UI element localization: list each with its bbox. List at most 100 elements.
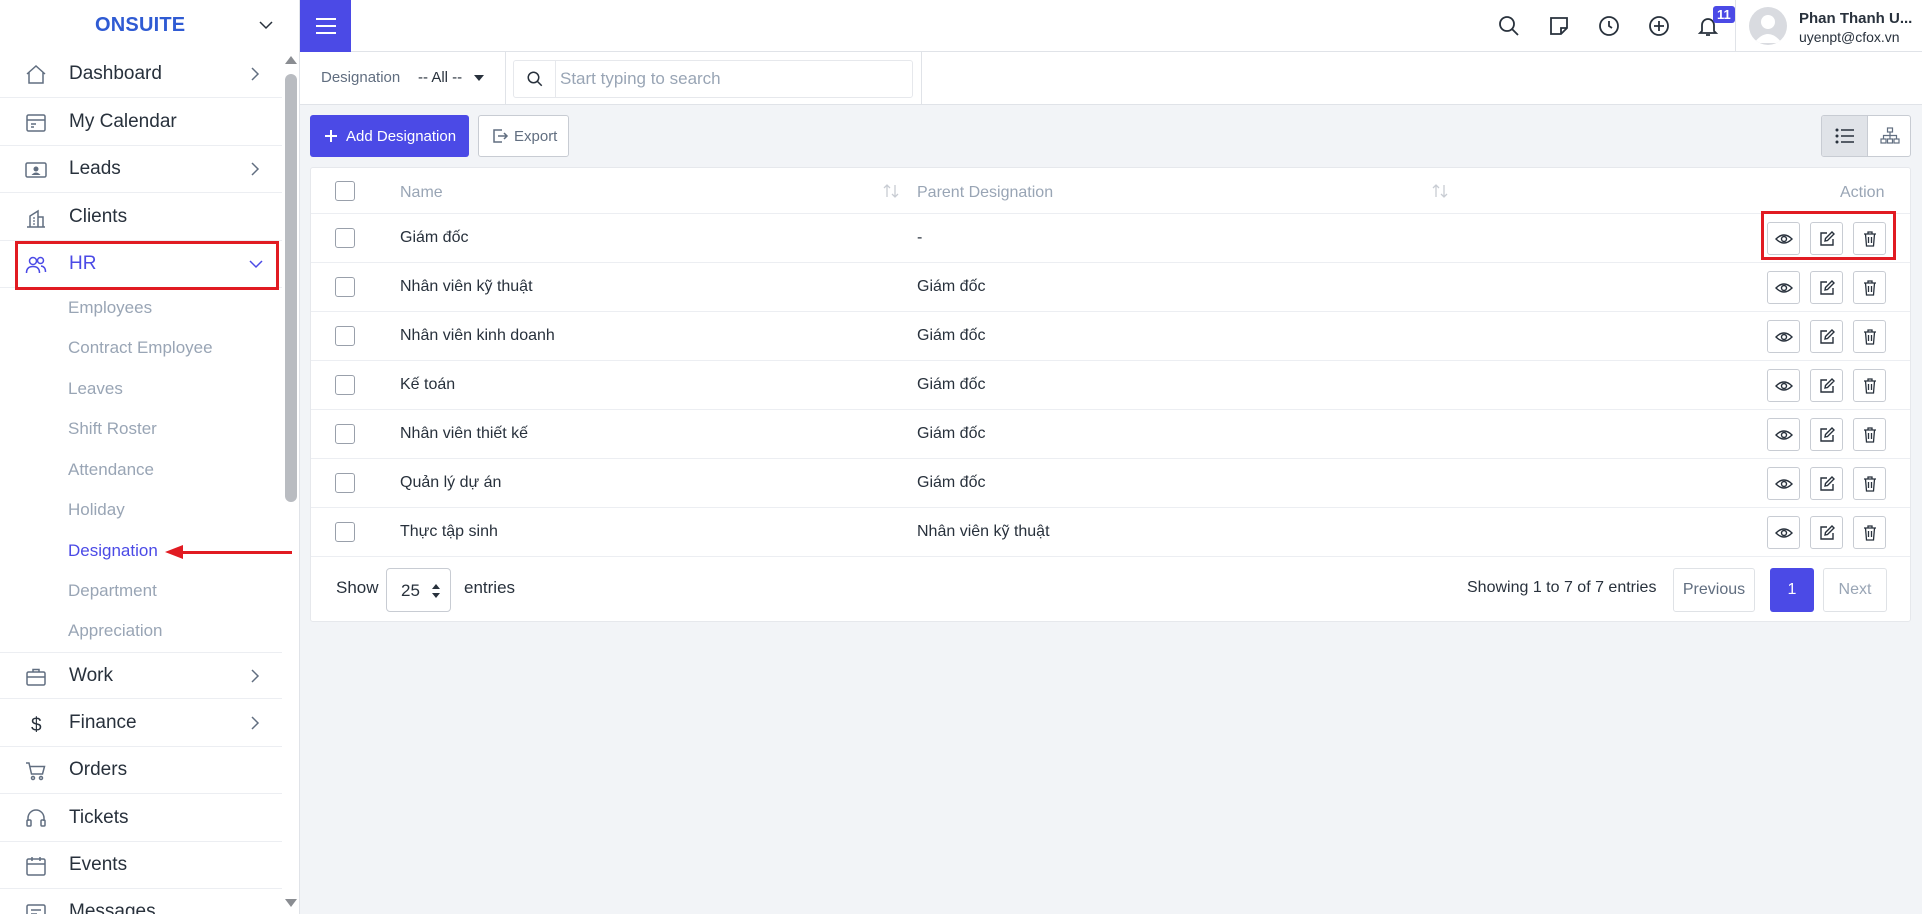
view-button[interactable] <box>1767 271 1800 304</box>
edit-button[interactable] <box>1810 320 1843 353</box>
view-button[interactable] <box>1767 320 1800 353</box>
plus-circle-icon[interactable] <box>1647 14 1671 38</box>
search-addon <box>514 61 556 97</box>
submenu-item-holiday[interactable]: Holiday <box>68 500 125 520</box>
annotation-highlight-actions <box>1761 211 1896 260</box>
clock-icon[interactable] <box>1597 14 1621 38</box>
divider <box>1735 0 1736 52</box>
designation-filter-select[interactable]: -- All -- <box>418 69 462 86</box>
column-header-parent-designation[interactable]: Parent Designation <box>917 184 1053 202</box>
table-header-row: Name Parent Designation Action <box>311 168 1910 214</box>
submenu-item-contract-employee[interactable]: Contract Employee <box>68 338 213 358</box>
divider <box>505 52 506 105</box>
row-checkbox[interactable] <box>335 326 355 346</box>
headset-icon <box>26 809 46 827</box>
brand-logo-text: ONSUITE <box>95 14 186 36</box>
previous-page-button[interactable]: Previous <box>1673 568 1755 612</box>
export-button[interactable]: Export <box>478 115 569 157</box>
trash-icon <box>1863 377 1876 394</box>
annotation-highlight-hr <box>15 241 279 290</box>
edit-button[interactable] <box>1810 467 1843 500</box>
row-checkbox[interactable] <box>335 375 355 395</box>
row-checkbox[interactable] <box>335 424 355 444</box>
view-button[interactable] <box>1767 418 1800 451</box>
select-all-checkbox[interactable] <box>335 181 355 201</box>
edit-button[interactable] <box>1810 369 1843 402</box>
cell-name: Nhân viên kỹ thuật <box>400 278 533 295</box>
row-checkbox[interactable] <box>335 228 355 248</box>
next-page-button[interactable]: Next <box>1823 568 1887 612</box>
row-checkbox[interactable] <box>335 277 355 297</box>
caret-down-icon[interactable] <box>474 75 484 81</box>
edit-button[interactable] <box>1810 271 1843 304</box>
sidebar-scroll-thumb[interactable] <box>285 74 297 502</box>
user-name[interactable]: Phan Thanh U... <box>1799 10 1912 27</box>
sort-icon[interactable] <box>882 184 900 198</box>
view-button[interactable] <box>1767 516 1800 549</box>
scroll-down-arrow-icon[interactable] <box>285 899 297 907</box>
delete-button[interactable] <box>1853 271 1886 304</box>
designation-table-card: Name Parent Designation Action Giám đốc … <box>310 167 1911 622</box>
cell-parent-designation: Giám đốc <box>917 376 986 393</box>
cell-name: Quản lý dự án <box>400 474 502 491</box>
sidebar-item-tickets[interactable]: Tickets <box>0 795 282 842</box>
view-button[interactable] <box>1767 369 1800 402</box>
delete-button[interactable] <box>1853 369 1886 402</box>
row-checkbox[interactable] <box>335 473 355 493</box>
submenu-item-designation[interactable]: Designation <box>68 541 158 561</box>
sidebar-item-dashboard[interactable]: Dashboard <box>0 51 282 98</box>
list-icon <box>1835 128 1854 144</box>
row-checkbox[interactable] <box>335 522 355 542</box>
search-icon[interactable] <box>1497 14 1521 38</box>
edit-button[interactable] <box>1810 418 1843 451</box>
cell-name: Nhân viên kinh doanh <box>400 327 555 344</box>
user-avatar-icon <box>1754 15 1782 43</box>
sort-icon[interactable] <box>1431 184 1449 198</box>
submenu-item-department[interactable]: Department <box>68 581 157 601</box>
submenu-item-shift-roster[interactable]: Shift Roster <box>68 419 157 439</box>
delete-button[interactable] <box>1853 418 1886 451</box>
sidebar-item-messages[interactable]: Messages <box>0 889 282 914</box>
table-row: Giám đốc - <box>311 214 1910 263</box>
hierarchy-view-button[interactable] <box>1868 116 1910 156</box>
list-view-button[interactable] <box>1822 116 1868 156</box>
sidebar-item-finance[interactable]: $ Finance <box>0 700 282 747</box>
view-button[interactable] <box>1767 467 1800 500</box>
delete-button[interactable] <box>1853 467 1886 500</box>
search-input[interactable] <box>560 61 900 97</box>
avatar[interactable] <box>1749 7 1787 45</box>
edit-button[interactable] <box>1810 516 1843 549</box>
scroll-up-arrow-icon[interactable] <box>285 56 297 64</box>
trash-icon <box>1863 475 1876 492</box>
eye-icon <box>1774 478 1793 489</box>
submenu-item-attendance[interactable]: Attendance <box>68 460 154 480</box>
edit-icon <box>1819 524 1835 540</box>
sidebar-item-clients[interactable]: Clients <box>0 194 282 241</box>
chevron-down-icon[interactable] <box>258 17 274 33</box>
column-header-name[interactable]: Name <box>400 184 443 202</box>
delete-button[interactable] <box>1853 320 1886 353</box>
pagination-info: Showing 1 to 7 of 7 entries <box>1467 579 1657 596</box>
sidebar-item-my-calendar[interactable]: My Calendar <box>0 99 282 146</box>
sticky-note-icon[interactable] <box>1547 14 1571 38</box>
page-1-button[interactable]: 1 <box>1770 568 1814 612</box>
table-footer: Show 25 entries Showing 1 to 7 of 7 entr… <box>311 560 1910 622</box>
submenu-item-employees[interactable]: Employees <box>68 298 152 318</box>
page-length-select[interactable]: 25 <box>386 568 451 612</box>
table-row: Nhân viên kỹ thuật Giám đốc <box>311 263 1910 312</box>
sidebar-item-work[interactable]: Work <box>0 652 282 699</box>
sidebar-item-events[interactable]: Events <box>0 842 282 889</box>
brand-header[interactable]: ONSUITE <box>0 0 299 51</box>
sidebar-item-leads[interactable]: Leads <box>0 146 282 193</box>
svg-text:$: $ <box>31 715 42 736</box>
add-designation-button[interactable]: Add Designation <box>310 115 469 157</box>
submenu-item-leaves[interactable]: Leaves <box>68 379 123 399</box>
calendar-card-icon <box>26 114 46 132</box>
edit-icon <box>1819 279 1835 295</box>
menu-toggle-button[interactable] <box>300 0 351 52</box>
search-box <box>513 60 913 98</box>
view-toggle <box>1821 115 1911 157</box>
submenu-item-appreciation[interactable]: Appreciation <box>68 621 163 641</box>
delete-button[interactable] <box>1853 516 1886 549</box>
sidebar-item-orders[interactable]: Orders <box>0 747 282 794</box>
